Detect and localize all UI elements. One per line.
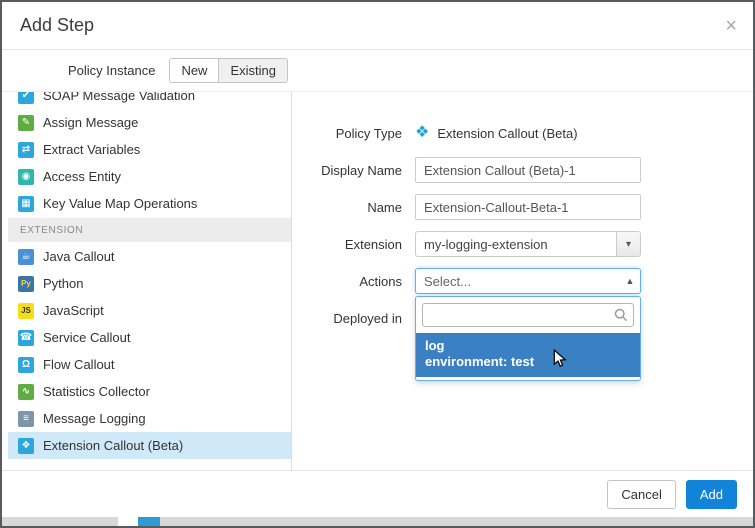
policy-list-item-java-callout[interactable]: ☕ Java Callout [8, 243, 291, 270]
policy-type-row: Policy Type ❖ Extension Callout (Beta) [292, 120, 753, 146]
policy-list-item-service-callout[interactable]: ☎ Service Callout [8, 324, 291, 351]
assign-message-icon: ✎ [18, 115, 34, 131]
policy-list-section-header: EXTENSION [8, 218, 291, 242]
policy-type-value-wrap: ❖ Extension Callout (Beta) [415, 125, 578, 141]
actions-option-log[interactable]: log environment: test [416, 333, 640, 377]
add-button[interactable]: Add [686, 480, 737, 509]
search-icon [614, 308, 628, 322]
policy-list: ✔ SOAP Message Validation ✎ Assign Messa… [8, 92, 291, 459]
policy-list-item-assign-message[interactable]: ✎ Assign Message [8, 109, 291, 136]
modal-title: Add Step [20, 15, 94, 36]
policy-list-item-python[interactable]: Py Python [8, 270, 291, 297]
policy-list-item-statistics-collector[interactable]: ∿ Statistics Collector [8, 378, 291, 405]
page-fragment-blue [138, 517, 160, 526]
name-label: Name [292, 200, 402, 215]
policy-list-item-extension-callout-beta[interactable]: ❖ Extension Callout (Beta) [8, 432, 291, 459]
policy-list-item-javascript[interactable]: JS JavaScript [8, 297, 291, 324]
access-entity-icon: ◉ [18, 169, 34, 185]
actions-select[interactable]: Select... ▲ [415, 268, 641, 294]
page-fragment-white [118, 517, 138, 526]
policy-instance-existing-button[interactable]: Existing [218, 59, 287, 82]
chevron-down-icon: ▾ [616, 232, 640, 256]
extension-callout-type-icon: ❖ [415, 125, 429, 141]
extension-row: Extension my-logging-extension ▾ [292, 231, 753, 257]
extension-label: Extension [292, 237, 402, 252]
page-background-strip [2, 517, 753, 526]
deployed-in-label: Deployed in [292, 311, 402, 326]
action-option-name: log [425, 338, 631, 354]
java-callout-icon: ☕ [18, 249, 34, 265]
statistics-collector-icon: ∿ [18, 384, 34, 400]
extension-callout-beta-icon: ❖ [18, 438, 34, 454]
actions-select-placeholder: Select... [416, 274, 620, 289]
close-icon[interactable]: × [725, 16, 737, 36]
policy-instance-new-button[interactable]: New [170, 59, 218, 82]
extension-select[interactable]: my-logging-extension ▾ [415, 231, 641, 257]
name-input[interactable] [415, 194, 641, 220]
actions-search-input[interactable] [422, 303, 634, 327]
policy-list-item-message-logging[interactable]: ≡ Message Logging [8, 405, 291, 432]
policy-list-item-access-entity[interactable]: ◉ Access Entity [8, 163, 291, 190]
actions-row: Actions Select... ▲ [292, 268, 753, 294]
policy-list-item-extract-variables[interactable]: ⇄ Extract Variables [8, 136, 291, 163]
chevron-up-icon: ▲ [620, 276, 640, 286]
modal-footer: Cancel Add [2, 470, 753, 517]
policy-list-item-flow-callout[interactable]: Ω Flow Callout [8, 351, 291, 378]
service-callout-icon: ☎ [18, 330, 34, 346]
cancel-button[interactable]: Cancel [607, 480, 675, 509]
message-logging-icon: ≡ [18, 411, 34, 427]
soap-message-validation-icon: ✔ [18, 92, 34, 104]
add-step-modal: Add Step × Policy Instance New Existing … [2, 2, 753, 517]
modal-header: Add Step × [2, 2, 753, 50]
actions-dropdown-panel: log environment: test [415, 296, 641, 381]
actions-label: Actions [292, 274, 402, 289]
policy-instance-label: Policy Instance [68, 63, 155, 78]
policy-instance-row: Policy Instance New Existing [2, 50, 753, 92]
name-row: Name [292, 194, 753, 220]
policy-list-item-key-value-map-operations[interactable]: ▦ Key Value Map Operations [8, 190, 291, 217]
actions-search-wrap [422, 303, 634, 327]
display-name-row: Display Name [292, 157, 753, 183]
policy-list-panel: ✔ SOAP Message Validation ✎ Assign Messa… [2, 92, 292, 470]
display-name-input[interactable] [415, 157, 641, 183]
action-option-detail: environment: test [425, 354, 631, 370]
modal-body: ✔ SOAP Message Validation ✎ Assign Messa… [2, 92, 753, 470]
policy-list-item-soap-message-validation[interactable]: ✔ SOAP Message Validation [8, 92, 291, 109]
extract-variables-icon: ⇄ [18, 142, 34, 158]
policy-type-label: Policy Type [292, 126, 402, 141]
policy-form-panel: Policy Type ❖ Extension Callout (Beta) D… [292, 92, 753, 470]
policy-instance-toggle: New Existing [169, 58, 288, 83]
python-icon: Py [18, 276, 34, 292]
screen: Add Step × Policy Instance New Existing … [0, 0, 755, 528]
extension-select-value: my-logging-extension [416, 237, 616, 252]
flow-callout-icon: Ω [18, 357, 34, 373]
key-value-map-operations-icon: ▦ [18, 196, 34, 212]
javascript-icon: JS [18, 303, 34, 319]
display-name-label: Display Name [292, 163, 402, 178]
policy-type-value: Extension Callout (Beta) [437, 126, 577, 141]
